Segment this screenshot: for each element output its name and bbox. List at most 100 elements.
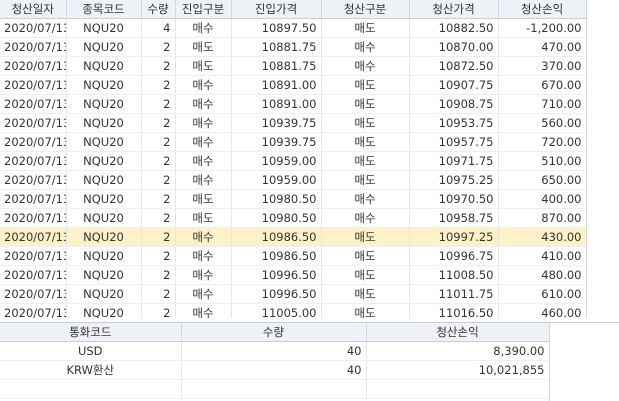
cell-entry-price: 10996.50 [231,284,322,304]
summary-row[interactable] [0,379,550,399]
grid-body: 2020/07/13 NQU20 4 매수 10897.50 매도 10882.50 -1,2… [0,18,587,318]
cell-exit-side: 매도 [321,284,410,304]
col-header-entry-price[interactable]: 진입가격 [231,0,322,19]
summary-cell-pnl [366,379,550,399]
table-row[interactable]: 2020/07/13 NQU20 2 매도 10881.75 매수 10872.50 370.… [0,56,587,76]
cell-exit-price: 11016.50 [409,303,499,318]
table-row[interactable]: 2020/07/13 NQU20 4 매수 10897.50 매도 10882.50 -1,2… [0,18,587,38]
table-row[interactable]: 2020/07/13 NQU20 2 매수 10939.75 매도 10957.75 720.… [0,132,587,152]
cell-symbol: NQU20 [66,246,142,266]
cell-exit-price: 11011.75 [409,284,499,304]
cell-symbol: NQU20 [66,284,142,304]
cell-exit-price: 10970.50 [409,189,499,209]
table-row[interactable]: 2020/07/13 NQU20 2 매수 10996.50 매도 11011.75 610.… [0,284,587,304]
cell-symbol: NQU20 [66,18,142,38]
cell-symbol: NQU20 [66,265,142,285]
table-row[interactable]: 2020/07/13 NQU20 2 매수 10891.00 매도 10907.75 670.… [0,75,587,95]
table-row[interactable]: 2020/07/13 NQU20 2 매수 10959.00 매도 10975.25 650.… [0,170,587,190]
cell-settle-date: 2020/07/13 [0,94,67,114]
cell-quantity: 2 [141,303,176,318]
cell-exit-price: 10882.50 [409,18,499,38]
summary-header-currency[interactable]: 통화코드 [0,323,182,342]
cell-entry-side: 매수 [175,132,232,152]
col-header-pnl[interactable]: 청산손익 [498,0,587,19]
cell-settle-date: 2020/07/13 [0,56,67,76]
cell-entry-price: 10980.50 [231,208,322,228]
cell-entry-price: 10986.50 [231,227,322,247]
col-header-exit-price[interactable]: 청산가격 [409,0,499,19]
cell-settle-date: 2020/07/13 [0,246,67,266]
cell-settle-date: 2020/07/13 [0,303,67,318]
cell-quantity: 2 [141,132,176,152]
table-row[interactable]: 2020/07/13 NQU20 2 매수 10939.75 매도 10953.75 560.… [0,113,587,133]
cell-entry-price: 10986.50 [231,246,322,266]
summary-row[interactable]: USD 40 8,390.00 [0,341,550,361]
cell-settle-date: 2020/07/13 [0,132,67,152]
table-row[interactable]: 2020/07/13 NQU20 2 매수 11005.00 매도 11016.50 460.… [0,303,587,318]
cell-exit-side: 매수 [321,208,410,228]
summary-cell-currency: KRW환산 [0,360,182,380]
summary-cell-quantity: 40 [181,341,367,361]
cell-exit-side: 매도 [321,265,410,285]
trade-history-window: 청산일자 종목코드 수량 진입구분 진입가격 청산구분 청산가격 청산손익 20… [0,0,619,401]
table-row[interactable]: 2020/07/13 NQU20 2 매수 10996.50 매도 11008.50 480.… [0,265,587,285]
summary-header-pnl[interactable]: 청산손익 [366,323,550,342]
col-header-settle-date[interactable]: 청산일자 [0,0,67,19]
table-row[interactable]: 2020/07/13 NQU20 2 매수 10986.50 매도 10996.75 410.… [0,246,587,266]
summary-cell-currency: USD [0,341,182,361]
cell-entry-price: 10897.50 [231,18,322,38]
col-header-entry-side[interactable]: 진입구분 [175,0,232,19]
cell-pnl: 650.00 [498,170,587,190]
table-row[interactable]: 2020/07/13 NQU20 2 매수 10959.00 매도 10971.75 510.… [0,151,587,171]
cell-quantity: 2 [141,170,176,190]
cell-entry-price: 10891.00 [231,75,322,95]
cell-entry-side: 매도 [175,56,232,76]
cell-exit-side: 매도 [321,227,410,247]
cell-exit-price: 11008.50 [409,265,499,285]
summary-row[interactable]: KRW환산 40 10,021,855 [0,360,550,380]
col-header-exit-side[interactable]: 청산구분 [321,0,410,19]
col-header-quantity[interactable]: 수량 [141,0,176,19]
cell-symbol: NQU20 [66,132,142,152]
cell-quantity: 2 [141,265,176,285]
cell-pnl: 720.00 [498,132,587,152]
table-row[interactable]: 2020/07/13 NQU20 2 매도 10881.75 매수 10870.00 470.… [0,37,587,57]
cell-entry-side: 매수 [175,94,232,114]
cell-symbol: NQU20 [66,75,142,95]
cell-entry-price: 11005.00 [231,303,322,318]
cell-exit-side: 매도 [321,246,410,266]
col-header-symbol[interactable]: 종목코드 [66,0,142,19]
cell-exit-side: 매도 [321,18,410,38]
cell-entry-side: 매수 [175,113,232,133]
cell-exit-side: 매도 [321,94,410,114]
cell-quantity: 2 [141,208,176,228]
summary-cell-currency [0,379,182,399]
grid-empty-side-area [586,0,619,318]
cell-entry-price: 10996.50 [231,265,322,285]
cell-exit-price: 10996.75 [409,246,499,266]
grid-header-row: 청산일자 종목코드 수량 진입구분 진입가격 청산구분 청산가격 청산손익 [0,0,587,19]
summary-header-quantity[interactable]: 수량 [181,323,367,342]
summary-header-row: 통화코드 수량 청산손익 [0,323,550,342]
cell-settle-date: 2020/07/13 [0,208,67,228]
table-row[interactable]: 2020/07/13 NQU20 2 매도 10980.50 매수 10970.50 400.… [0,189,587,209]
cell-exit-price: 10953.75 [409,113,499,133]
table-row[interactable]: 2020/07/13 NQU20 2 매도 10980.50 매수 10958.75 870.… [0,208,587,228]
cell-pnl: 430.00 [498,227,587,247]
cell-settle-date: 2020/07/13 [0,284,67,304]
cell-entry-side: 매수 [175,227,232,247]
cell-quantity: 2 [141,37,176,57]
cell-exit-side: 매도 [321,151,410,171]
cell-quantity: 2 [141,94,176,114]
table-row[interactable]: 2020/07/13 NQU20 2 매수 10986.50 매도 10997.25 430.… [0,227,587,247]
cell-pnl: -1,200.00 [498,18,587,38]
cell-entry-side: 매수 [175,284,232,304]
cell-pnl: 400.00 [498,189,587,209]
summary-cell-quantity: 40 [181,360,367,380]
cell-entry-side: 매도 [175,208,232,228]
cell-settle-date: 2020/07/13 [0,151,67,171]
cell-symbol: NQU20 [66,227,142,247]
table-row[interactable]: 2020/07/13 NQU20 2 매수 10891.00 매도 10908.75 710.… [0,94,587,114]
cell-exit-price: 10957.75 [409,132,499,152]
cell-settle-date: 2020/07/13 [0,75,67,95]
